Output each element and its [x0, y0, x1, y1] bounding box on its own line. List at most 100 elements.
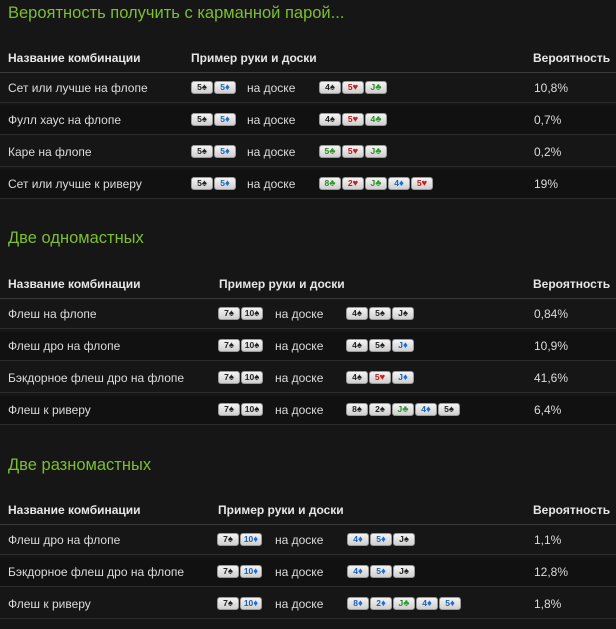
playing-card-spade: 10 ♠ — [241, 307, 263, 320]
club-icon: ♣ — [375, 146, 382, 157]
playing-card-club: 4 ♣ — [365, 113, 387, 126]
hand-cards: 7 ♠ 10 ♦ — [217, 565, 262, 579]
spade-icon: ♠ — [228, 404, 234, 415]
board-cards: 4 ♠ 5 ♠ J ♠ — [346, 307, 414, 321]
combination-name: Флеш к риверу — [8, 597, 91, 611]
header-prob: Вероятность — [533, 503, 611, 517]
board-cards: 4 ♠ 5 ♥ 4 ♣ — [319, 113, 387, 127]
spade-icon: ♠ — [201, 114, 207, 125]
section-title: Вероятность получить с карманной парой..… — [8, 4, 345, 22]
playing-card-spade: 7 ♠ — [217, 565, 239, 578]
spade-icon: ♠ — [228, 340, 234, 351]
playing-card-heart: 5 ♥ — [342, 145, 364, 158]
board-cards: 4 ♠ 5 ♥ J ♣ — [319, 81, 387, 95]
playing-card-spade: 4 ♠ — [346, 307, 368, 320]
table-row: Сет или лучше на флопе 5 ♠ 5 ♦ на доске 4 ♠ 5 ♥ J ♣… — [0, 74, 616, 103]
playing-card-diamond: J ♦ — [392, 371, 414, 384]
board-cards: 4 ♠ 5 ♠ J ♦ — [346, 339, 414, 353]
diamond-icon: ♦ — [224, 146, 230, 157]
probability-value: 0,84% — [534, 307, 569, 321]
probability-value: 0,2% — [534, 145, 562, 159]
playing-card-spade: 5 ♠ — [369, 339, 391, 352]
header-name: Название комбинации — [8, 503, 141, 517]
spade-icon: ♠ — [356, 404, 362, 415]
diamond-icon: ♦ — [398, 178, 404, 189]
spade-icon: ♠ — [403, 566, 409, 577]
table-row: Флеш на флопе 7 ♠ 10 ♠ на доске 4 ♠ 5 ♠ J ♠ 0,84% — [0, 300, 616, 329]
diamond-icon: ♦ — [224, 82, 230, 93]
combination-name: Флеш дро на флопе — [8, 339, 121, 353]
club-icon: ♣ — [375, 178, 382, 189]
playing-card-diamond: 5 ♦ — [214, 81, 236, 94]
playing-card-spade: 4 ♠ — [346, 339, 368, 352]
playing-card-diamond: 4 ♦ — [347, 565, 369, 578]
club-icon: ♣ — [402, 404, 409, 415]
table-row: Каре на флопе 5 ♠ 5 ♦ на доске 5 ♣ 5 ♥ J ♣ 0,2% — [0, 138, 616, 167]
section-title: Две разномастных — [8, 456, 152, 474]
on-board-label: на доске — [247, 81, 296, 95]
diamond-icon: ♦ — [380, 534, 386, 545]
diamond-icon: ♦ — [224, 178, 230, 189]
on-board-label: на доске — [247, 177, 296, 191]
playing-card-heart: 5 ♥ — [342, 81, 364, 94]
hand-cards: 7 ♠ 10 ♠ — [218, 371, 263, 385]
diamond-icon: ♦ — [357, 566, 363, 577]
playing-card-spade: 5 ♠ — [191, 113, 213, 126]
on-board-label: на доске — [275, 371, 324, 385]
heart-icon: ♥ — [352, 146, 359, 157]
playing-card-diamond: 5 ♦ — [439, 597, 461, 610]
table-header: Название комбинации Пример руки и доски … — [0, 42, 616, 73]
playing-card-spade: J ♠ — [392, 307, 414, 320]
playing-card-spade: 7 ♠ — [217, 533, 239, 546]
spade-icon: ♠ — [379, 308, 385, 319]
playing-card-club: J ♣ — [393, 597, 415, 610]
playing-card-diamond: 4 ♦ — [415, 403, 437, 416]
hand-cards: 7 ♠ 10 ♦ — [217, 597, 262, 611]
playing-card-heart: 5 ♥ — [369, 371, 391, 384]
playing-card-spade: 5 ♠ — [191, 177, 213, 190]
board-cards: 5 ♣ 5 ♥ J ♣ — [319, 145, 387, 159]
spade-icon: ♠ — [329, 82, 335, 93]
combination-name: Бэкдорное флеш дро на флопе — [8, 371, 185, 385]
diamond-icon: ♦ — [224, 114, 230, 125]
on-board-label: на доске — [275, 307, 324, 321]
combination-name: Флеш на флопе — [8, 307, 97, 321]
probability-value: 0,7% — [534, 113, 562, 127]
header-prob: Вероятность — [533, 51, 611, 65]
playing-card-diamond: 4 ♦ — [388, 177, 410, 190]
card-rank: 10 — [244, 404, 255, 414]
playing-card-heart: 5 ♥ — [342, 113, 364, 126]
playing-card-spade: 8 ♠ — [346, 403, 368, 416]
diamond-icon: ♦ — [253, 534, 259, 545]
board-cards: 8 ♦ 2 ♦ J ♣ 4 ♦ 5 ♦ — [347, 597, 461, 611]
playing-card-spade: 5 ♠ — [438, 403, 460, 416]
probability-value: 10,9% — [534, 339, 569, 353]
probability-value: 1,1% — [534, 533, 562, 547]
combination-name: Фулл хаус на флопе — [8, 113, 122, 127]
diamond-icon: ♦ — [253, 598, 259, 609]
probability-value: 12,8% — [534, 565, 569, 579]
on-board-label: на доске — [275, 339, 324, 353]
diamond-icon: ♦ — [426, 598, 432, 609]
playing-card-club: J ♣ — [392, 403, 414, 416]
board-cards: 4 ♠ 5 ♥ J ♦ — [346, 371, 414, 385]
board-cards: 8 ♣ 2 ♥ J ♣ 4 ♦ 5 ♥ — [319, 177, 433, 191]
playing-card-spade: 7 ♠ — [218, 403, 240, 416]
spade-icon: ♠ — [201, 82, 207, 93]
probability-value: 10,8% — [534, 81, 569, 95]
on-board-label: на доске — [275, 597, 324, 611]
header-prob: Вероятность — [533, 277, 611, 291]
card-rank: 10 — [243, 598, 254, 608]
heart-icon: ♥ — [352, 178, 359, 189]
table-header: Название комбинации Пример руки и доски … — [0, 494, 616, 525]
playing-card-diamond: 8 ♦ — [347, 597, 369, 610]
playing-card-heart: 2 ♥ — [342, 177, 364, 190]
table-header: Название комбинации Пример руки и доски … — [0, 268, 616, 299]
diamond-icon: ♦ — [449, 598, 455, 609]
on-board-label: на доске — [275, 565, 324, 579]
heart-icon: ♥ — [352, 82, 359, 93]
probability-value: 6,4% — [534, 403, 562, 417]
hand-cards: 7 ♠ 10 ♦ — [217, 533, 262, 547]
playing-card-diamond: 2 ♦ — [370, 597, 392, 610]
playing-card-club: J ♣ — [365, 81, 387, 94]
